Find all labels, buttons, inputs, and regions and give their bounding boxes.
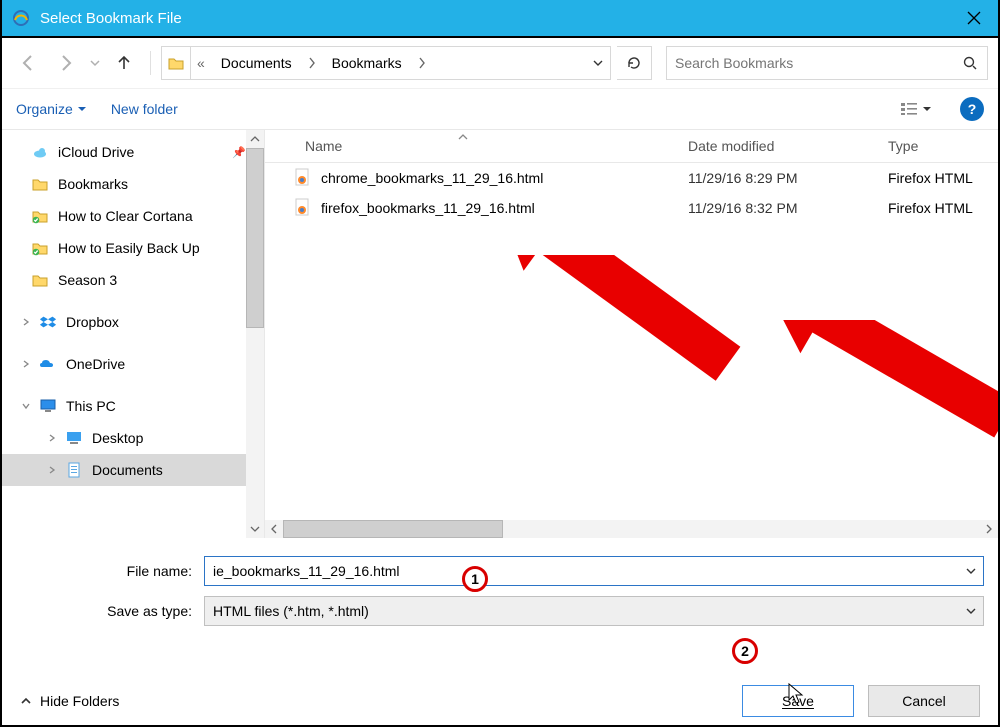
tree-season3[interactable]: Season 3 xyxy=(2,264,246,296)
savetype-dropdown[interactable] xyxy=(959,597,983,625)
search-input[interactable] xyxy=(667,55,953,71)
scroll-left-icon[interactable] xyxy=(265,520,283,538)
window-title: Select Bookmark File xyxy=(40,10,950,27)
up-button[interactable] xyxy=(108,47,140,79)
hide-folders-button[interactable]: Hide Folders xyxy=(20,693,119,709)
save-form: File name: Save as type: HTML files (*.h… xyxy=(2,538,998,626)
tree-desktop[interactable]: Desktop xyxy=(2,422,246,454)
tree-bookmarks[interactable]: Bookmarks xyxy=(2,168,246,200)
scroll-right-icon[interactable] xyxy=(980,520,998,538)
tree-thispc[interactable]: This PC xyxy=(2,390,246,422)
separator xyxy=(150,51,151,75)
file-type: Firefox HTML xyxy=(888,170,998,186)
savetype-label: Save as type: xyxy=(16,603,204,619)
toolbar: Organize New folder ? xyxy=(2,89,998,130)
breadcrumb-documents[interactable]: Documents xyxy=(211,47,302,79)
dropbox-icon xyxy=(38,312,58,332)
chevron-icon xyxy=(412,47,432,79)
organize-menu[interactable]: Organize xyxy=(16,101,87,117)
documents-icon xyxy=(64,460,84,480)
tree-onedrive[interactable]: OneDrive xyxy=(2,348,246,380)
filename-dropdown[interactable] xyxy=(959,557,983,585)
ie-icon xyxy=(10,7,32,29)
tree-cortana[interactable]: How to Clear Cortana xyxy=(2,200,246,232)
column-name[interactable]: Name xyxy=(265,138,688,154)
file-date: 11/29/16 8:32 PM xyxy=(688,200,888,216)
cancel-button[interactable]: Cancel xyxy=(868,685,980,717)
expand-icon[interactable] xyxy=(48,466,56,474)
sidebar: iCloud Drive 📌 Bookmarks How to Clear Co… xyxy=(2,130,265,538)
scroll-down-icon[interactable] xyxy=(246,520,264,538)
folder-check-icon xyxy=(30,206,50,226)
collapse-icon[interactable] xyxy=(22,402,30,410)
expand-icon[interactable] xyxy=(22,360,30,368)
titlebar: Select Bookmark File xyxy=(2,0,998,38)
expand-icon[interactable] xyxy=(22,318,30,326)
icloud-icon xyxy=(30,142,50,162)
annotation-circle-2: 2 xyxy=(732,638,758,664)
view-options-button[interactable] xyxy=(896,97,936,121)
scrollbar-thumb[interactable] xyxy=(246,148,264,328)
nav-row: « Documents Bookmarks xyxy=(2,38,998,89)
forward-button[interactable] xyxy=(50,47,82,79)
tree-documents[interactable]: Documents xyxy=(2,454,246,486)
recent-dropdown[interactable] xyxy=(88,47,102,79)
thispc-icon xyxy=(38,396,58,416)
file-name: chrome_bookmarks_11_29_16.html xyxy=(321,170,543,186)
column-type[interactable]: Type xyxy=(888,138,998,154)
address-bar[interactable]: « Documents Bookmarks xyxy=(161,46,611,80)
chevron-up-icon xyxy=(20,695,32,707)
chevron-icon xyxy=(302,47,322,79)
save-button[interactable]: Save xyxy=(742,685,854,717)
file-name: firefox_bookmarks_11_29_16.html xyxy=(321,200,535,216)
folder-icon xyxy=(30,270,50,290)
filename-field[interactable] xyxy=(204,556,984,586)
filename-label: File name: xyxy=(16,563,204,579)
horizontal-scrollbar[interactable] xyxy=(265,520,998,538)
close-button[interactable] xyxy=(950,0,998,37)
breadcrumb-bookmarks[interactable]: Bookmarks xyxy=(322,47,412,79)
column-headers: Name Date modified Type xyxy=(265,130,998,163)
file-row[interactable]: firefox_bookmarks_11_29_16.html 11/29/16… xyxy=(265,193,998,223)
expand-icon[interactable] xyxy=(48,434,56,442)
refresh-button[interactable] xyxy=(617,46,652,80)
scroll-up-icon[interactable] xyxy=(246,130,264,148)
desktop-icon xyxy=(64,428,84,448)
file-type: Firefox HTML xyxy=(888,200,998,216)
tree-dropbox[interactable]: Dropbox xyxy=(2,306,246,338)
firefox-html-icon xyxy=(293,168,311,189)
sort-asc-icon xyxy=(458,130,468,144)
file-row[interactable]: chrome_bookmarks_11_29_16.html 11/29/16 … xyxy=(265,163,998,193)
new-folder-button[interactable]: New folder xyxy=(111,101,178,117)
annotation-circle-1: 1 xyxy=(462,566,488,592)
footer: Hide Folders Save Cancel xyxy=(2,676,998,725)
folder-check-icon xyxy=(30,238,50,258)
onedrive-icon xyxy=(38,354,58,374)
file-date: 11/29/16 8:29 PM xyxy=(688,170,888,186)
search-box[interactable] xyxy=(666,46,988,80)
main-area: iCloud Drive 📌 Bookmarks How to Clear Co… xyxy=(2,130,998,538)
savetype-field[interactable]: HTML files (*.htm, *.html) xyxy=(204,596,984,626)
folder-icon xyxy=(30,174,50,194)
firefox-html-icon xyxy=(293,198,311,219)
sidebar-scrollbar[interactable] xyxy=(246,130,264,538)
help-button[interactable]: ? xyxy=(960,97,984,121)
folder-tree[interactable]: iCloud Drive 📌 Bookmarks How to Clear Co… xyxy=(2,130,246,538)
tree-backup[interactable]: How to Easily Back Up xyxy=(2,232,246,264)
tree-icloud[interactable]: iCloud Drive 📌 xyxy=(2,136,246,168)
address-dropdown[interactable] xyxy=(586,47,610,79)
folder-icon xyxy=(162,47,191,79)
search-icon[interactable] xyxy=(953,47,987,79)
savetype-value: HTML files (*.htm, *.html) xyxy=(205,603,959,619)
file-pane: Name Date modified Type chrome_bookmarks… xyxy=(265,130,998,538)
pin-icon: 📌 xyxy=(232,146,246,159)
scrollbar-thumb[interactable] xyxy=(283,520,503,538)
filename-input[interactable] xyxy=(205,563,959,579)
breadcrumb-prefix: « xyxy=(191,47,211,79)
back-button[interactable] xyxy=(12,47,44,79)
column-date[interactable]: Date modified xyxy=(688,138,888,154)
